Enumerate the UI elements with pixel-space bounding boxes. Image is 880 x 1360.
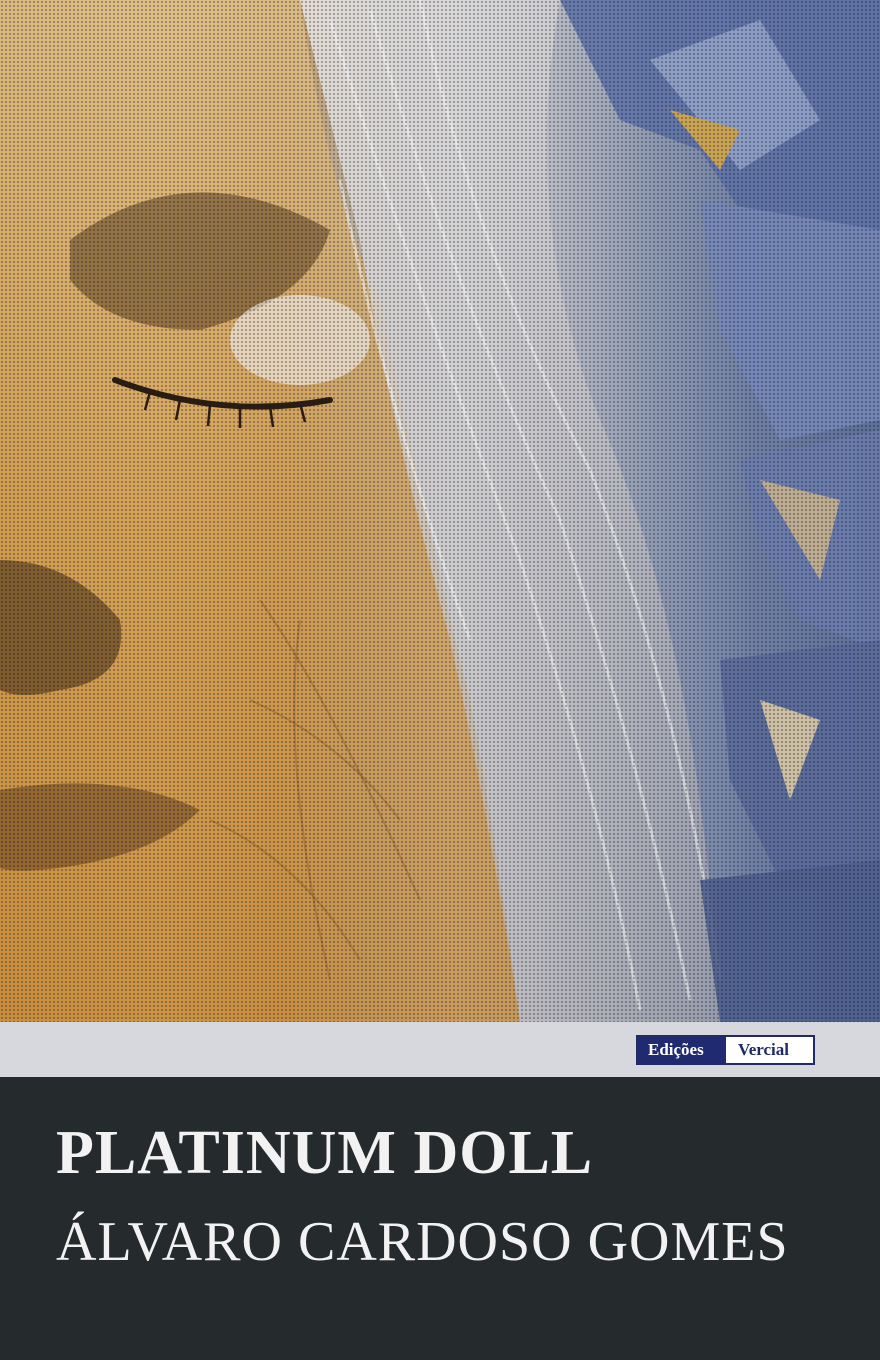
eye-highlight: [230, 295, 370, 385]
face-illustration: [0, 0, 880, 1022]
book-cover: Edições Vercial PLATINUM DOLL ÁLVARO CAR…: [0, 0, 880, 1360]
cover-artwork: [0, 0, 880, 1022]
publisher-logo-right: Vercial: [726, 1037, 813, 1063]
book-author: ÁLVARO CARDOSO GOMES: [56, 1211, 789, 1273]
publisher-logo: Edições Vercial: [636, 1035, 815, 1065]
publisher-logo-left: Edições: [638, 1037, 726, 1063]
book-title: PLATINUM DOLL: [56, 1119, 594, 1187]
